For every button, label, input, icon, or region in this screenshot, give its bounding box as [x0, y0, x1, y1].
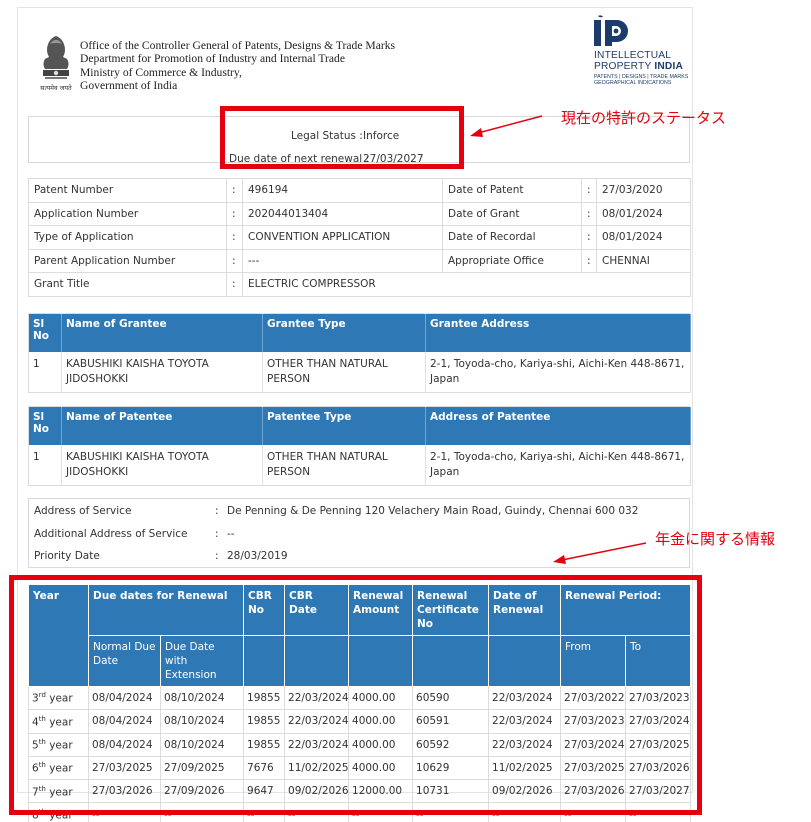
service-value-0: De Penning & De Penning 120 Velachery Ma… — [227, 505, 639, 517]
info-sep: : — [226, 178, 243, 203]
info-label: Date of Patent — [442, 178, 582, 203]
info-sep: : — [581, 225, 597, 250]
service-label-2: Priority Date — [34, 550, 100, 562]
organization-header: Office of the Controller General of Pate… — [80, 39, 395, 92]
status-arrow-icon — [470, 115, 543, 137]
grantee-header-name: Name of Grantee — [61, 313, 263, 352]
info-label: Date of Grant — [442, 201, 582, 226]
status-annotation: 現在の特許のステータス — [561, 109, 727, 127]
org-line-4: Government of India — [80, 78, 178, 92]
ip-india-subtitle: PATENTS | DESIGNS | TRADE MARKS GEOGRAPH… — [594, 74, 688, 86]
service-label-0: Address of Service — [34, 505, 132, 517]
info-value: 08/01/2024 — [596, 201, 691, 226]
logo-title-line-1: INTELLECTUAL — [594, 50, 672, 61]
info-value: 08/01/2024 — [596, 225, 691, 250]
patentee-address: 2-1, Toyoda-cho, Kariya-shi, Aichi-Ken 4… — [425, 444, 691, 485]
info-value: 27/03/2020 — [596, 178, 691, 203]
service-value-1: -- — [227, 528, 235, 540]
table-row: 1 KABUSHIKI KAISHA TOYOTA JIDOSHOKKI OTH… — [28, 444, 691, 485]
org-line-3: Ministry of Commerce & Industry, — [80, 65, 242, 79]
logo-title-word-property: PROPERTY — [594, 61, 655, 72]
grantee-header-address: Grantee Address — [425, 313, 691, 352]
grantee-table: Sl No Name of Grantee Grantee Type Grant… — [28, 313, 691, 393]
org-line-2: Department for Promotion of Industry and… — [80, 52, 345, 66]
patentee-type: OTHER THAN NATURAL PERSON — [262, 444, 426, 485]
info-value: CONVENTION APPLICATION — [242, 225, 443, 250]
patent-info-table: Patent Number:496194 Date of Patent:27/03… — [28, 178, 691, 297]
logo-title-word-india: INDIA — [654, 61, 684, 72]
table-row: Application Number:202044013404 Date of G… — [28, 201, 691, 226]
patentee-header-sl: Sl No — [28, 406, 62, 445]
logo-sub-line-2: GEOGRAPHICAL INDICATIONS — [594, 80, 672, 86]
ip-india-title: INTELLECTUAL PROPERTY INDIA — [594, 50, 683, 72]
info-value: 496194 — [242, 178, 443, 203]
grantee-sl: 1 — [28, 351, 62, 392]
info-sep: : — [581, 178, 597, 203]
info-label: Appropriate Office — [442, 248, 582, 273]
table-row: 1 KABUSHIKI KAISHA TOYOTA JIDOSHOKKI OTH… — [28, 351, 691, 392]
org-line-1: Office of the Controller General of Pate… — [80, 39, 396, 52]
patentee-table: Sl No Name of Patentee Patentee Type Add… — [28, 406, 691, 486]
info-value: CHENNAI — [596, 248, 691, 273]
table-row: Parent Application Number: --- Appropriate… — [28, 248, 691, 273]
patentee-header-name: Name of Patentee — [61, 406, 263, 445]
info-sep: : — [581, 248, 597, 273]
grantee-type: OTHER THAN NATURAL PERSON — [262, 351, 426, 392]
service-sep-1: : — [215, 528, 219, 540]
info-value: --- — [242, 248, 443, 273]
info-sep: : — [226, 272, 243, 297]
info-label: Application Number — [28, 201, 227, 226]
grantee-address: 2-1, Toyoda-cho, Kariya-shi, Aichi-Ken 4… — [425, 351, 691, 392]
patentee-name: KABUSHIKI KAISHA TOYOTA JIDOSHOKKI — [61, 444, 263, 485]
table-row: Grant Title: ELECTRIC COMPRESSOR — [28, 272, 691, 297]
emblem-motto: सत्यमेव जयते — [40, 84, 72, 92]
service-value-2: 28/03/2019 — [227, 550, 288, 562]
info-sep: : — [226, 201, 243, 226]
patentee-header-address: Address of Patentee — [425, 406, 691, 445]
annuity-highlight-box — [9, 575, 702, 815]
info-label: Parent Application Number — [28, 248, 227, 273]
service-sep-0: : — [215, 505, 219, 517]
annuity-arrow-icon — [553, 542, 647, 564]
info-sep: : — [226, 248, 243, 273]
service-label-1: Additional Address of Service — [34, 528, 188, 540]
national-emblem-icon: सत्यमेव जयते — [40, 36, 72, 92]
info-label: Type of Application — [28, 225, 227, 250]
table-row: Type of Application: CONVENTION APPLICATI… — [28, 225, 691, 250]
grant-title-label: Grant Title — [28, 272, 227, 297]
ip-india-logo-icon — [594, 15, 628, 46]
patentee-sl: 1 — [28, 444, 62, 485]
grantee-header-type: Grantee Type — [262, 313, 426, 352]
info-value: 202044013404 — [242, 201, 443, 226]
table-row: Patent Number:496194 Date of Patent:27/03… — [28, 178, 691, 203]
info-label: Date of Recordal — [442, 225, 582, 250]
status-highlight-box — [220, 106, 464, 169]
service-sep-2: : — [215, 550, 219, 562]
grantee-name: KABUSHIKI KAISHA TOYOTA JIDOSHOKKI — [61, 351, 263, 392]
info-sep: : — [581, 201, 597, 226]
grantee-header-sl: Sl No — [28, 313, 62, 352]
logo-title-line-2: PROPERTY INDIA — [594, 61, 683, 72]
grant-title-value: ELECTRIC COMPRESSOR — [242, 272, 691, 297]
info-label: Patent Number — [28, 178, 227, 203]
info-sep: : — [226, 225, 243, 250]
patentee-header-type: Patentee Type — [262, 406, 426, 445]
annuity-annotation: 年金に関する情報 — [655, 530, 776, 548]
